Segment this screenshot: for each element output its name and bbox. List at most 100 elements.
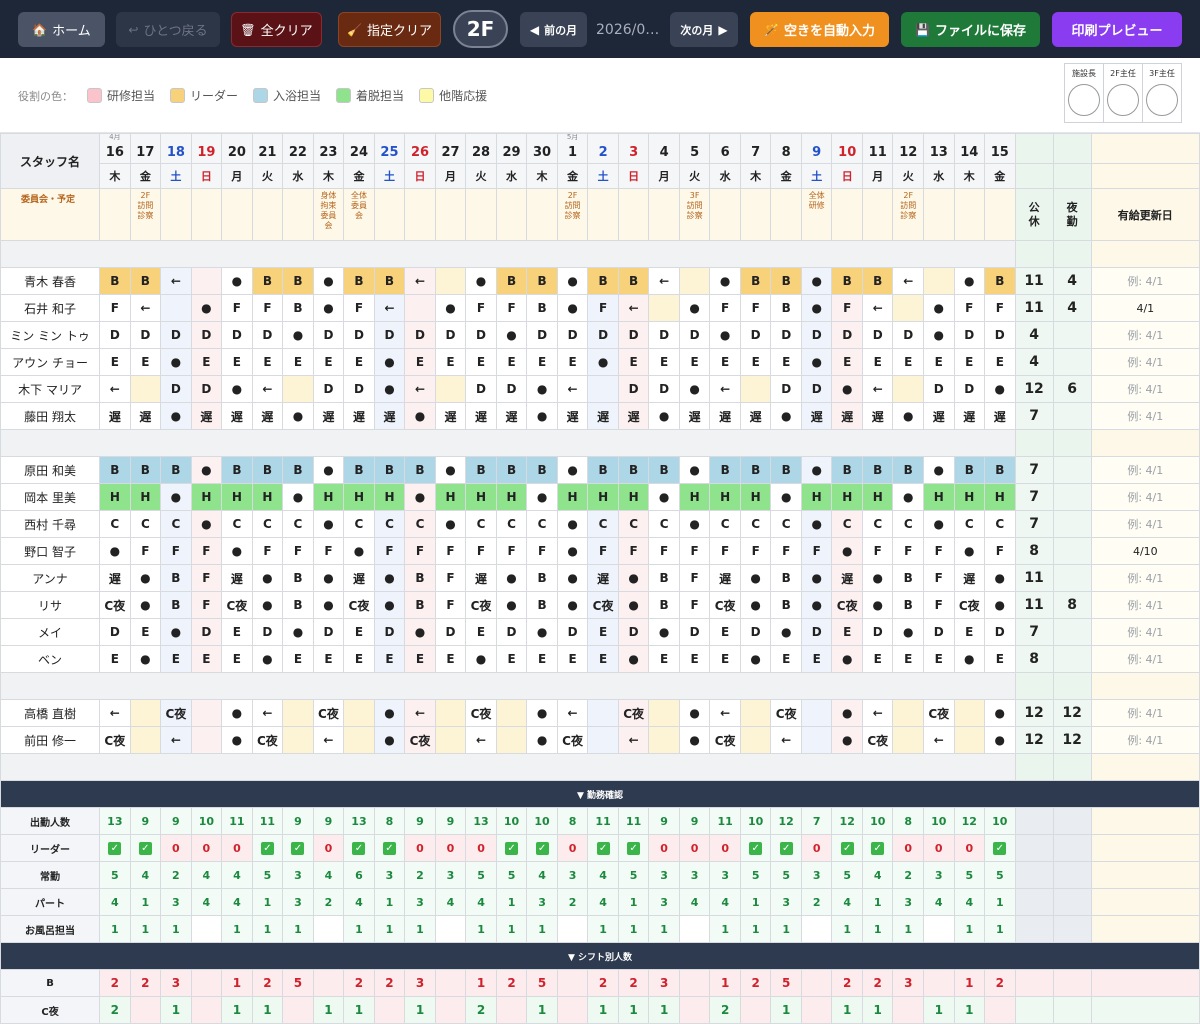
shift-cell[interactable]: ● (556, 591, 589, 619)
shift-cell[interactable]: C夜 (709, 591, 741, 619)
event-cell[interactable]: 2F 訪問 診察 (129, 188, 162, 241)
shift-cell[interactable]: D (312, 375, 345, 403)
shift-cell[interactable]: B (587, 267, 619, 295)
shift-cell[interactable]: E (617, 348, 650, 376)
shift-cell[interactable]: E (648, 645, 680, 673)
shift-cell[interactable]: 遅 (709, 564, 741, 592)
event-cell[interactable] (251, 188, 284, 241)
paid-leave-update-input[interactable]: 例: 4/1 (1090, 483, 1200, 511)
shift-cell[interactable]: ● (800, 348, 833, 376)
shift-cell[interactable]: E (282, 348, 314, 376)
staff-name[interactable]: 岡本 里美 (0, 483, 101, 511)
shift-cell[interactable]: 遅 (617, 402, 650, 430)
shift-cell[interactable]: ← (312, 726, 345, 754)
shift-cell[interactable]: E (282, 645, 314, 673)
shift-cell[interactable]: ● (984, 375, 1016, 403)
shift-cell[interactable] (648, 726, 680, 754)
event-cell[interactable] (465, 188, 497, 241)
shift-cell[interactable]: D (617, 375, 650, 403)
shift-cell[interactable]: C (617, 510, 650, 538)
shift-cell[interactable]: H (831, 483, 863, 511)
shift-cell[interactable] (587, 726, 619, 754)
shift-cell[interactable]: F (190, 591, 223, 619)
paid-leave-update-input[interactable]: 例: 4/1 (1090, 645, 1200, 673)
shift-cell[interactable]: B (99, 267, 131, 295)
paid-leave-update-input[interactable]: 例: 4/1 (1090, 348, 1200, 376)
staff-name[interactable]: ベン (0, 645, 101, 673)
day-header[interactable]: 28 (465, 133, 497, 164)
shift-cell[interactable]: ● (831, 375, 863, 403)
shift-cell[interactable]: B (282, 564, 314, 592)
event-cell[interactable] (617, 188, 650, 241)
day-header[interactable]: 21 (251, 133, 284, 164)
shift-cell[interactable]: B (465, 456, 497, 484)
staff-name[interactable]: 西村 千尋 (0, 510, 101, 538)
shift-cell[interactable]: F (892, 537, 924, 565)
shift-cell[interactable]: E (404, 348, 436, 376)
staff-name[interactable]: 青木 春香 (0, 267, 101, 295)
shift-cell[interactable]: D (648, 375, 680, 403)
shift-cell[interactable]: ● (556, 510, 589, 538)
shift-cell[interactable]: F (312, 537, 345, 565)
shift-cell[interactable] (495, 699, 528, 727)
day-header[interactable]: 11 (861, 133, 894, 164)
shift-cell[interactable]: ● (434, 456, 467, 484)
shift-cell[interactable]: D (251, 618, 284, 646)
shift-cell[interactable]: F (434, 537, 467, 565)
paid-leave-update-input[interactable]: 例: 4/1 (1090, 564, 1200, 592)
shift-cell[interactable]: F (739, 294, 772, 322)
shift-cell[interactable]: C (526, 510, 558, 538)
shift-cell[interactable]: ← (861, 699, 894, 727)
shift-cell[interactable]: C夜 (770, 699, 802, 727)
shift-cell[interactable]: D (739, 321, 772, 349)
paid-leave-update-input[interactable]: 例: 4/1 (1090, 618, 1200, 646)
shift-cell[interactable]: B (282, 591, 314, 619)
day-header[interactable]: 29 (495, 133, 528, 164)
auto-fill-button[interactable]: 🪄 空きを自動入力 (750, 12, 889, 47)
floor-selector[interactable]: 2F (453, 10, 508, 48)
day-header[interactable]: 5月 1 (556, 133, 589, 164)
shift-cell[interactable]: D (434, 618, 467, 646)
day-header[interactable]: 24 (343, 133, 375, 164)
shift-cell[interactable]: D (495, 375, 528, 403)
shift-cell[interactable]: D (770, 375, 802, 403)
staff-name[interactable]: リサ (0, 591, 101, 619)
shift-cell[interactable]: C夜 (556, 726, 589, 754)
shift-cell[interactable]: B (404, 591, 436, 619)
shift-cell[interactable]: C夜 (923, 699, 955, 727)
shift-cell[interactable]: D (556, 321, 589, 349)
shift-cell[interactable]: ● (404, 618, 436, 646)
shift-cell[interactable]: C夜 (221, 591, 253, 619)
shift-cell[interactable]: ● (190, 456, 223, 484)
shift-cell[interactable]: ● (282, 483, 314, 511)
shift-cell[interactable]: F (739, 537, 772, 565)
shift-cell[interactable]: ● (465, 267, 497, 295)
shift-cell[interactable]: C (587, 510, 619, 538)
shift-cell[interactable]: F (495, 537, 528, 565)
shift-cell[interactable]: ● (953, 267, 986, 295)
shift-cell[interactable]: D (312, 321, 345, 349)
shift-cell[interactable]: B (343, 267, 375, 295)
event-cell[interactable] (99, 188, 131, 241)
shift-cell[interactable]: B (160, 456, 192, 484)
shift-cell[interactable]: D (800, 321, 833, 349)
shift-cell[interactable] (343, 699, 375, 727)
shift-cell[interactable]: C (221, 510, 253, 538)
shift-cell[interactable]: D (160, 375, 192, 403)
day-header[interactable]: 17 (129, 133, 162, 164)
shift-cell[interactable]: B (739, 456, 772, 484)
stamp-box[interactable]: 3F主任 (1143, 64, 1181, 122)
shift-cell[interactable]: D (617, 618, 650, 646)
shift-cell[interactable]: C夜 (587, 591, 619, 619)
shift-cell[interactable]: 遅 (923, 402, 955, 430)
shift-cell[interactable]: ● (312, 564, 345, 592)
shift-cell[interactable]: ← (465, 726, 497, 754)
undo-button[interactable]: ↩ ひとつ戻る (116, 12, 220, 47)
shift-cell[interactable]: F (434, 591, 467, 619)
shift-cell[interactable]: C (129, 510, 162, 538)
shift-cell[interactable]: B (160, 591, 192, 619)
shift-cell[interactable] (648, 294, 680, 322)
day-header[interactable]: 5 (678, 133, 711, 164)
shift-cell[interactable]: ● (892, 402, 924, 430)
shift-cell[interactable]: B (709, 456, 741, 484)
